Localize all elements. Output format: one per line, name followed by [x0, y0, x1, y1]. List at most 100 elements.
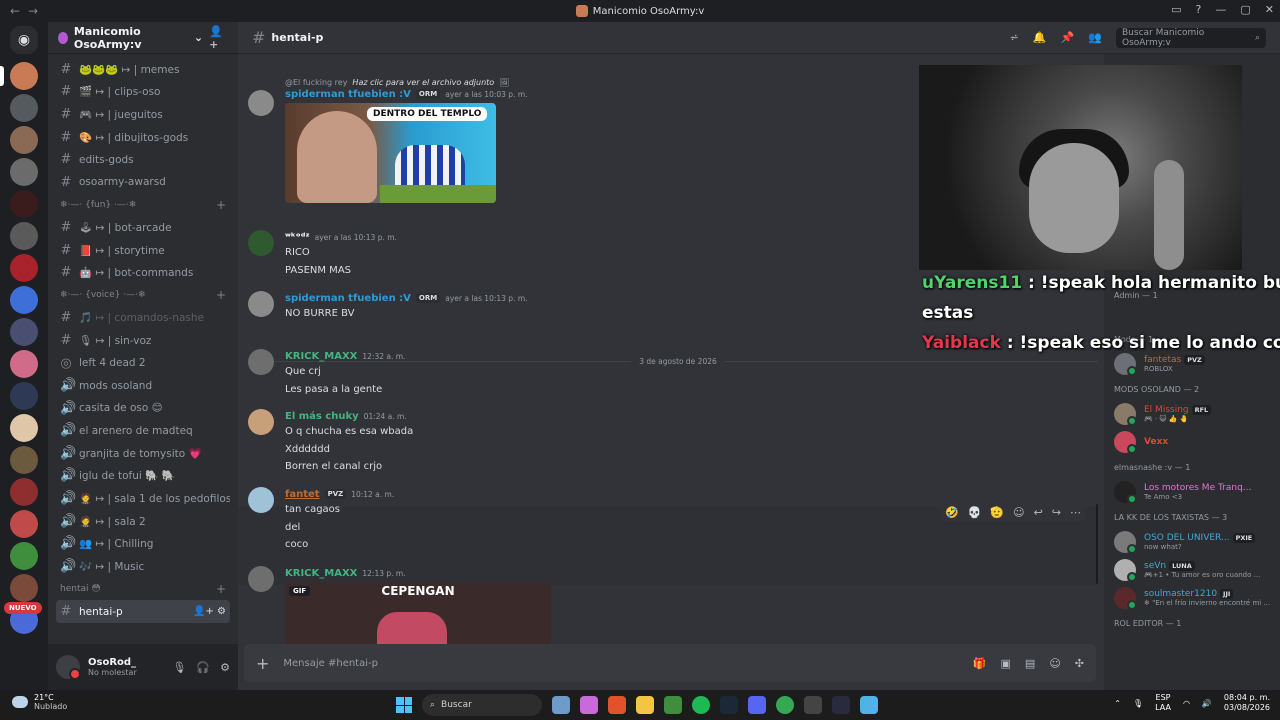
member-item[interactable]: soulmaster1210 JJI ❄ "En el frío invierno … — [1104, 584, 1280, 612]
channel-category[interactable]: ❄·—· {fun} ·—·❄ + — [56, 194, 230, 217]
language-indicator[interactable]: ESP LAA — [1155, 693, 1171, 713]
message-author[interactable]: ʷᵏᵒᵈᶻ — [285, 232, 310, 243]
threads-icon[interactable]: ⩫ — [1010, 31, 1019, 44]
copilot-app-icon[interactable] — [580, 696, 598, 714]
brave-app-icon[interactable] — [608, 696, 626, 714]
voice-channel[interactable]: 🔊 mods osoland — [56, 374, 230, 397]
app-icon[interactable] — [860, 696, 878, 714]
text-channel[interactable]: # 🕹 ↦ | bot-arcade — [56, 216, 230, 239]
reaction-salute-icon[interactable]: 🫡 — [990, 506, 1004, 519]
spotify-app-icon[interactable] — [692, 696, 710, 714]
avatar[interactable] — [248, 409, 274, 435]
microphone-icon[interactable]: 🎙 — [172, 661, 186, 674]
voice-channel[interactable]: 🔊 el arenero de madteq — [56, 420, 230, 443]
channel-settings-icon[interactable]: 👤+ ⚙ — [193, 606, 230, 617]
pin-icon[interactable]: 📌 — [1061, 31, 1075, 44]
server-icon[interactable] — [10, 190, 38, 218]
gear-icon[interactable]: ⚙ — [220, 661, 230, 674]
text-channel[interactable]: # 🎬 ↦ | clips-oso — [56, 81, 230, 104]
message-author[interactable]: El más chuky — [285, 411, 359, 422]
message-author[interactable]: spiderman tfuebien :V — [285, 293, 411, 304]
server-icon[interactable] — [0, 62, 38, 90]
bell-icon[interactable]: 🔔 — [1033, 31, 1047, 44]
voice-channel[interactable]: ◎ left 4 dead 2 — [56, 352, 230, 375]
text-channel[interactable]: # 📕 ↦ | storytime — [56, 239, 230, 262]
voice-channel[interactable]: 🔊 casita de oso 😊 — [56, 397, 230, 420]
server-icon[interactable] — [10, 542, 38, 570]
image-attachment[interactable]: DENTRO DEL TEMPLO — [285, 103, 496, 203]
member-item[interactable]: Los motores Me Tranq... Te Amo <3 — [1104, 478, 1280, 506]
text-channel[interactable]: # 🎵 ↦ | comandos-nashe — [56, 307, 230, 330]
chevron-up-icon[interactable]: ⌃ — [1114, 699, 1121, 708]
app-icon[interactable] — [832, 696, 850, 714]
server-icon[interactable] — [10, 382, 38, 410]
sticker-icon[interactable]: ▤ — [1025, 657, 1035, 670]
search-input[interactable]: Buscar Manicomio OsoArmy:v ⌕ — [1116, 27, 1266, 48]
message-composer[interactable]: + Mensaje #hentai-p 🎁 ▣ ▤ ☺ ✣ — [244, 644, 1096, 682]
reaction-laugh-icon[interactable]: 🤣 — [945, 506, 959, 519]
avatar[interactable] — [248, 90, 274, 116]
message-author[interactable]: KRICK_MAXX — [285, 568, 357, 579]
apps-icon[interactable]: ✣ — [1075, 657, 1084, 670]
gif-attachment[interactable]: CEPENGAN GIF — [285, 582, 551, 644]
member-item[interactable]: Vexx — [1104, 428, 1280, 456]
server-icon[interactable] — [10, 478, 38, 506]
app-icon[interactable] — [804, 696, 822, 714]
minecraft-app-icon[interactable] — [664, 696, 682, 714]
emoji-icon[interactable]: ☺ — [1049, 657, 1060, 670]
text-channel[interactable]: # 🤖 ↦ | bot-commands — [56, 261, 230, 284]
text-channel[interactable]: # edits-gods — [56, 148, 230, 171]
microphone-icon[interactable]: 🎙 — [1133, 699, 1143, 708]
members-icon[interactable]: 👥 — [1088, 31, 1102, 44]
discord-app-icon[interactable] — [748, 696, 766, 714]
more-icon[interactable]: ⋯ — [1070, 506, 1081, 519]
add-channel-icon[interactable]: + — [216, 288, 230, 302]
server-icon[interactable] — [10, 126, 38, 154]
server-icon[interactable] — [10, 350, 38, 378]
add-member-icon[interactable]: 👤+ — [209, 25, 228, 51]
avatar[interactable] — [56, 655, 81, 680]
inbox-icon[interactable]: ▭ — [1171, 3, 1181, 16]
reaction-skull-icon[interactable]: 💀 — [968, 506, 982, 519]
steam-app-icon[interactable] — [720, 696, 738, 714]
gif-icon[interactable]: ▣ — [1001, 657, 1011, 670]
start-button[interactable] — [396, 697, 412, 713]
server-icon[interactable] — [10, 94, 38, 122]
text-channel[interactable]: # hentai-p 👤+ ⚙ — [56, 600, 230, 623]
server-icon[interactable] — [10, 286, 38, 314]
avatar[interactable] — [248, 487, 274, 513]
nav-arrows[interactable]: ←→ — [10, 4, 46, 18]
maximize-button[interactable]: ▢ — [1240, 3, 1250, 16]
text-channel[interactable]: # 🎙 ↦ | sin-voz — [56, 329, 230, 352]
file-explorer-icon[interactable] — [636, 696, 654, 714]
text-channel[interactable]: # osoarmy-awarsd — [56, 171, 230, 194]
wifi-icon[interactable]: ◠ — [1183, 699, 1190, 708]
member-item[interactable]: seVn LUNA 🎮+1 • Tu amor es oro cuando ... — [1104, 556, 1280, 584]
server-icon[interactable] — [10, 446, 38, 474]
attach-plus-icon[interactable]: + — [256, 654, 269, 673]
channel-category[interactable]: ❄·—· {voice} ·—·❄ + — [56, 284, 230, 307]
channel-category[interactable]: hentai 😳 + — [56, 578, 230, 601]
add-reaction-icon[interactable]: ☺ — [1013, 506, 1024, 519]
server-icon[interactable] — [10, 574, 38, 602]
reply-icon[interactable]: ↩ — [1034, 506, 1043, 519]
voice-channel[interactable]: 🔊 iglu de tofui 🐘 🐘 — [56, 465, 230, 488]
taskbar-search[interactable]: ⌕ Buscar — [422, 694, 542, 716]
text-channel[interactable]: # 🐸🐸🐸 ↦ | memes — [56, 58, 230, 81]
message-author[interactable]: KRICK_MAXX — [285, 351, 357, 362]
server-icon[interactable] — [10, 318, 38, 346]
voice-channel[interactable]: 🔊 granjita de tomysito 💗 — [56, 442, 230, 465]
volume-icon[interactable]: 🔊 — [1202, 699, 1212, 708]
text-channel[interactable]: # 🎮 ↦ | jueguitos — [56, 103, 230, 126]
voice-channel[interactable]: 🔊 🎶 ↦ | Music — [56, 555, 230, 578]
server-icon[interactable] — [10, 510, 38, 538]
voice-channel[interactable]: 🔊 🤵 ↦ | sala 1 de los pedofilos — [56, 487, 230, 510]
message-author[interactable]: spiderman tfuebien :V — [285, 89, 411, 100]
avatar[interactable] — [248, 230, 274, 256]
chrome-app-icon[interactable] — [776, 696, 794, 714]
help-icon[interactable]: ? — [1196, 3, 1202, 16]
gift-icon[interactable]: 🎁 — [973, 657, 987, 670]
forward-icon[interactable]: ↪ — [1052, 506, 1061, 519]
text-channel[interactable]: # 🎨 ↦ | dibujitos-gods — [56, 126, 230, 149]
server-icon[interactable] — [10, 254, 38, 282]
